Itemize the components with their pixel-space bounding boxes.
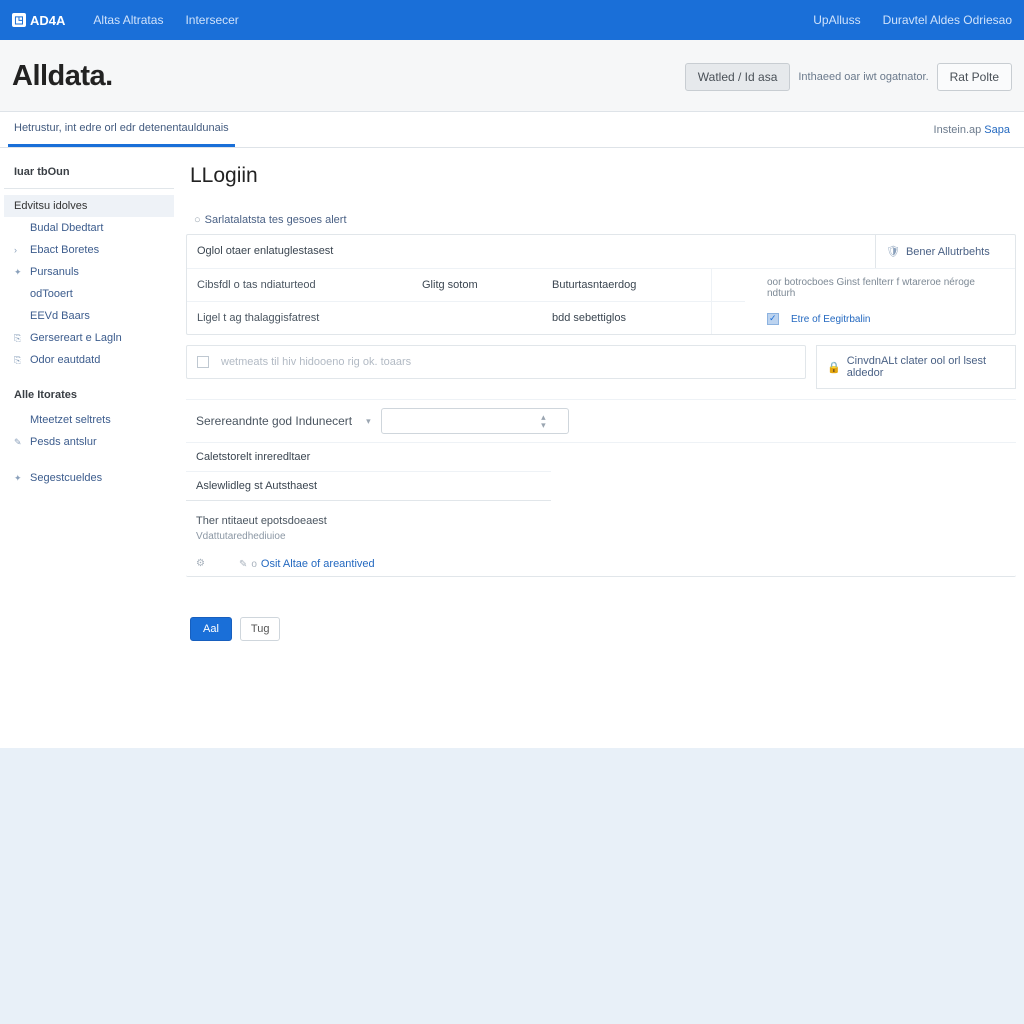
row2-c3: Buturtasntaerdog: [542, 269, 712, 301]
pencil-icon: ✎: [14, 437, 24, 447]
dot-icon: [14, 223, 24, 233]
dot-icon: [14, 415, 24, 425]
dot-icon: [14, 311, 24, 321]
pencil-icon: ✎: [239, 559, 247, 570]
main: LLogiin ○Sarlatalatsta tes gesoes alert …: [178, 148, 1024, 748]
panel-info: wetmeats til hiv hidooeno rig ok. toaars: [186, 345, 806, 379]
sidebar-item-5[interactable]: ⎘Gersereart e Lagln: [4, 327, 174, 349]
sidebar-item3-0[interactable]: ✦Segestcueldes: [4, 467, 174, 489]
topnav-right-1[interactable]: Duravtel Aldes Odriesao: [883, 13, 1012, 27]
cancel-button[interactable]: Tug: [240, 617, 281, 641]
content: Iuar tbOun Edvitsu idolves Budal Dbedtar…: [0, 148, 1024, 748]
sidebar-group1-title[interactable]: Edvitsu idolves: [4, 195, 174, 217]
sidebar-group2-title: Alle Itorates: [4, 371, 174, 409]
sidebar-item2-0[interactable]: Mteetzet seltrets: [4, 409, 174, 431]
header: Alldata. Watled / Id asa Inthaeed oar iw…: [0, 40, 1024, 112]
sidebar-item-2[interactable]: ✦Pursanuls: [4, 261, 174, 283]
brand-short: AD4A: [30, 13, 65, 28]
row-c: Caletstorelt inreredltaer: [196, 451, 541, 463]
page-title: LLogiin: [186, 164, 1016, 188]
row-d: Aslewlidleg st Autsthaest: [196, 480, 541, 492]
star-icon: ✦: [14, 473, 24, 483]
row3-c3: bdd sebettiglos: [542, 302, 712, 334]
select-label: Serereandnte god Indunecert: [196, 414, 352, 428]
topnav-link-1[interactable]: Intersecer: [185, 13, 238, 27]
logo: Alldata.: [12, 60, 113, 93]
panel1-heading: ○Sarlatalatsta tes gesoes alert: [186, 206, 1016, 234]
panel-settings: Serereandnte god Indunecert ▾ ▴▾ Caletst…: [186, 399, 1016, 577]
info-line: wetmeats til hiv hidooeno rig ok. toaars: [187, 346, 805, 378]
header-btn-secondary[interactable]: Rat Polte: [937, 63, 1012, 91]
breadcrumb: Instein.ap Sapa: [934, 124, 1016, 136]
sidebar-title: Iuar tbOun: [4, 160, 174, 189]
checkbox-info[interactable]: [197, 356, 209, 368]
footer-buttons: Aal Tug: [186, 587, 1016, 665]
topnav-right: UpAlluss Duravtel Aldes Odriesao: [813, 13, 1012, 27]
sidebar-item-0[interactable]: Budal Dbedtart: [4, 217, 174, 239]
link2[interactable]: ✎ o Osit Altae of areantived: [239, 558, 375, 570]
sidebar-item-3[interactable]: odTooert: [4, 283, 174, 305]
sidebar-item-4[interactable]: EEVd Baars: [4, 305, 174, 327]
sidebar: Iuar tbOun Edvitsu idolves Budal Dbedtar…: [0, 148, 178, 748]
chevron-icon: ›: [14, 245, 24, 255]
panel-1: Oglol otaer enlatuglestasest 🛡 Bener All…: [186, 234, 1016, 335]
dot-icon: [14, 289, 24, 299]
brand-pill[interactable]: ◳ AD4A: [12, 13, 65, 28]
row1-rightbox[interactable]: 🛡 Bener Allutrbehts: [875, 235, 1015, 268]
sidebar-item-6[interactable]: ⎘Odor eautdatd: [4, 349, 174, 371]
row1-label: Oglol otaer enlatuglestasest: [187, 235, 875, 268]
sidebar-item2-1[interactable]: ✎Pesds antslur: [4, 431, 174, 453]
brand-icon: ◳: [12, 13, 26, 27]
row2-c2: Glitg sotom: [412, 269, 542, 301]
link1-icon[interactable]: ⚙: [196, 558, 205, 570]
topnav-right-0[interactable]: UpAlluss: [813, 13, 860, 27]
block-sub: Vdattutaredhediuioe: [196, 531, 1006, 548]
lock-icon: 🔒: [827, 361, 841, 374]
copy-icon: ⎘: [14, 355, 24, 365]
panel3-right[interactable]: 🔒 CinvdnALt clater ool orl lsest aldedor: [816, 345, 1016, 389]
sidebar-item-1[interactable]: ›Ebact Boretes: [4, 239, 174, 261]
topbar: ◳ AD4A Altas Altratas Intersecer UpAllus…: [0, 0, 1024, 40]
links-row: ⚙ ✎ o Osit Altae of areantived: [186, 552, 1016, 576]
row2-c1: Cibsfdl o tas ndiaturteod: [187, 269, 412, 301]
topnav-links: Altas Altratas Intersecer: [93, 13, 238, 27]
topnav-link-0[interactable]: Altas Altratas: [93, 13, 163, 27]
select-dropdown[interactable]: ▴▾: [381, 408, 569, 434]
checkbox-enabled[interactable]: [767, 313, 779, 325]
row3-chk-label[interactable]: Etre of Eegitrbalin: [791, 314, 871, 325]
tab-active[interactable]: Hetrustur, int edre orl edr detenentauld…: [8, 112, 235, 147]
save-button[interactable]: Aal: [190, 617, 232, 641]
tabbar: Hetrustur, int edre orl edr detenentauld…: [0, 112, 1024, 148]
star-icon: ✦: [14, 267, 24, 277]
row3-c1: Ligel t ag thalaggisfatrest: [187, 302, 412, 334]
row2-note: oor botrocboes Ginst fenlterr f wtareroe…: [755, 269, 1015, 334]
caret-icon: ▴▾: [541, 413, 546, 429]
copy-icon: ⎘: [14, 333, 24, 343]
breadcrumb-link[interactable]: Sapa: [984, 124, 1010, 136]
block-title: Ther ntitaeut epotsdoeaest: [196, 511, 1006, 531]
header-help-text: Inthaeed oar iwt ogatnator.: [798, 71, 928, 83]
block-list: Ther ntitaeut epotsdoeaest Vdattutaredhe…: [186, 501, 1016, 552]
header-btn-primary[interactable]: Watled / Id asa: [685, 63, 791, 91]
shield-icon: 🛡: [886, 245, 900, 258]
